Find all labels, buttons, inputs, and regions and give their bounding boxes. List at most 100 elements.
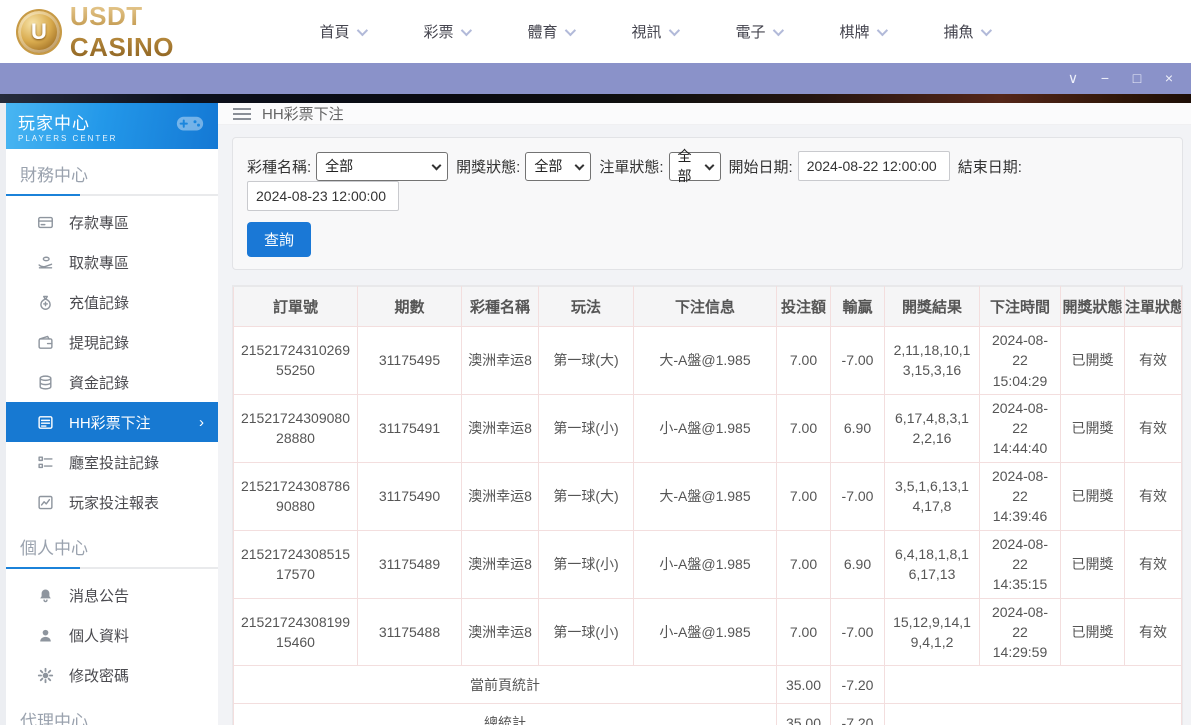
table-row: 215217243087869088031175490澳洲幸运8第一球(大)大-…	[234, 462, 1182, 530]
cell-draw-result: 6,17,4,8,3,12,2,16	[885, 394, 980, 462]
close-icon[interactable]: ×	[1153, 63, 1185, 94]
chevron-down-icon	[668, 24, 679, 35]
minimize-icon[interactable]: −	[1089, 63, 1121, 94]
sidebar-item[interactable]: 存款專區	[6, 202, 218, 242]
coins-icon	[37, 374, 54, 391]
breadcrumb: HH彩票下注	[218, 103, 1191, 125]
cell-lottery-name: 澳洲幸运8	[462, 598, 539, 666]
column-header: 開獎狀態	[1061, 287, 1125, 327]
cell-period: 31175489	[358, 530, 462, 598]
draw-status-select[interactable]: 全部	[525, 152, 591, 181]
draw-status-value: 全部	[534, 156, 562, 176]
nav-item[interactable]: 電子	[706, 21, 810, 42]
list-icon	[37, 454, 54, 471]
table-header-row: 訂單號期數彩種名稱玩法下注信息投注額輸贏開獎結果下注時間開獎狀態注單狀態	[234, 287, 1182, 327]
sidebar-item[interactable]: 充值記錄	[6, 282, 218, 322]
sidebar-item[interactable]: 消息公告	[6, 575, 218, 615]
gamepad-icon	[172, 108, 208, 138]
cell-play-type: 第一球(小)	[539, 598, 634, 666]
summary-empty	[885, 666, 1182, 704]
cell-play-type: 第一球(大)	[539, 327, 634, 395]
cell-draw-result: 2,11,18,10,13,15,3,16	[885, 327, 980, 395]
sidebar-section-title: 代理中心	[6, 695, 218, 725]
cell-play-type: 第一球(小)	[539, 394, 634, 462]
maximize-icon[interactable]: □	[1121, 63, 1153, 94]
sidebar-item[interactable]: 廳室投註記錄	[6, 442, 218, 482]
cell-period: 31175490	[358, 462, 462, 530]
section-underline	[6, 567, 218, 569]
hamburger-menu-icon[interactable]	[233, 108, 251, 120]
column-header: 注單狀態	[1125, 287, 1182, 327]
nav-item[interactable]: 捕魚	[914, 21, 1018, 42]
cell-win-loss: -7.00	[831, 327, 885, 395]
sidebar-item[interactable]: 玩家投注報表	[6, 482, 218, 522]
filter-panel: 彩種名稱: 全部 開獎狀態: 全部 注單狀態: 全部	[232, 137, 1183, 270]
draw-status-label: 開獎狀態:	[456, 156, 520, 177]
column-header: 下注信息	[634, 287, 777, 327]
sidebar-section-title: 個人中心	[6, 522, 218, 567]
lottery-name-value: 全部	[325, 156, 353, 176]
cell-order-status: 有效	[1125, 530, 1182, 598]
person-icon	[37, 627, 54, 644]
summary-label: 當前頁統計	[234, 666, 777, 704]
sidebar-item[interactable]: 取款專區	[6, 242, 218, 282]
lottery-name-select[interactable]: 全部	[316, 152, 448, 181]
gear-icon	[37, 667, 54, 684]
chevron-down-icon	[980, 24, 991, 35]
table-row: 215217243085151757031175489澳洲幸运8第一球(小)小-…	[234, 530, 1182, 598]
bets-table-wrap: 訂單號期數彩種名稱玩法下注信息投注額輸贏開獎結果下注時間開獎狀態注單狀態 215…	[232, 285, 1183, 725]
page-title: HH彩票下注	[262, 103, 344, 124]
chevron-down-icon	[460, 24, 471, 35]
cell-bet-info: 小-A盤@1.985	[634, 530, 777, 598]
chevron-down-icon[interactable]: ∨	[1057, 63, 1089, 94]
chevron-down-icon	[432, 160, 442, 170]
cell-bet-info: 小-A盤@1.985	[634, 394, 777, 462]
sidebar-item[interactable]: 個人資料	[6, 615, 218, 655]
cell-order-no: 2152172431026955250	[234, 327, 358, 395]
nav-item[interactable]: 視訊	[602, 21, 706, 42]
sidebar-section-title: 財務中心	[6, 149, 218, 194]
table-body: 215217243102695525031175495澳洲幸运8第一球(大)大-…	[234, 327, 1182, 725]
sidebar-item-label: 消息公告	[69, 585, 129, 606]
cell-draw-status: 已開獎	[1061, 530, 1125, 598]
column-header: 訂單號	[234, 287, 358, 327]
cell-lottery-name: 澳洲幸运8	[462, 462, 539, 530]
nav-item-label: 彩票	[423, 21, 453, 42]
nav-item[interactable]: 棋牌	[810, 21, 914, 42]
logo-coin-icon: U	[16, 9, 62, 55]
cell-order-status: 有效	[1125, 598, 1182, 666]
cell-draw-status: 已開獎	[1061, 598, 1125, 666]
players-center-banner: 玩家中心 PLAYERS CENTER	[6, 103, 218, 149]
deposit-card-icon	[37, 214, 54, 231]
cell-bet-info: 大-A盤@1.985	[634, 327, 777, 395]
nav-item-label: 電子	[735, 21, 765, 42]
nav-item[interactable]: 彩票	[394, 21, 498, 42]
nav-item-label: 首頁	[319, 21, 349, 42]
column-header: 下注時間	[980, 287, 1061, 327]
summary-winloss-total: -7.20	[831, 704, 885, 725]
sidebar-item[interactable]: 提現記錄	[6, 322, 218, 362]
sidebar-item[interactable]: 修改密碼	[6, 655, 218, 695]
order-status-select[interactable]: 全部	[669, 152, 721, 181]
cell-bet-amount: 7.00	[777, 394, 831, 462]
logo[interactable]: U USDT CASINO	[16, 1, 254, 63]
column-header: 期數	[358, 287, 462, 327]
lottery-name-label: 彩種名稱:	[247, 156, 311, 177]
search-button[interactable]: 查詢	[247, 222, 311, 257]
cell-order-no: 2152172430878690880	[234, 462, 358, 530]
nav-item[interactable]: 體育	[498, 21, 602, 42]
end-date-input[interactable]	[247, 181, 399, 211]
nav-item[interactable]: 首頁	[290, 21, 394, 42]
sidebar-item[interactable]: 資金記錄	[6, 362, 218, 402]
chevron-down-icon	[575, 160, 585, 170]
nav-item-label: 視訊	[631, 21, 661, 42]
cell-period: 31175491	[358, 394, 462, 462]
table-row: 215217243102695525031175495澳洲幸运8第一球(大)大-…	[234, 327, 1182, 395]
logo-text: USDT CASINO	[70, 1, 254, 63]
chevron-down-icon	[356, 24, 367, 35]
start-date-input[interactable]	[798, 151, 950, 181]
column-header: 輸贏	[831, 287, 885, 327]
sidebar-item[interactable]: HH彩票下注›	[6, 402, 218, 442]
sidebar-item-label: 個人資料	[69, 625, 129, 646]
cell-bet-time: 2024-08-22 14:39:46	[980, 462, 1061, 530]
